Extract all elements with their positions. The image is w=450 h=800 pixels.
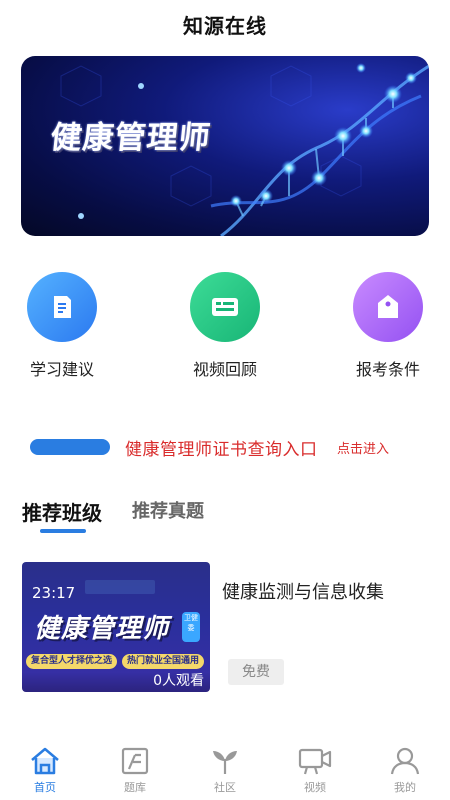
banner-title: 健康管理师 <box>48 120 213 156</box>
tabbar-item-video[interactable]: 视频 <box>285 746 345 795</box>
thumbnail-tag: 卫健委 <box>182 612 200 642</box>
shortcut-video-review[interactable]: 视频回顾 <box>170 272 280 380</box>
tabbar-item-community[interactable]: 社区 <box>195 746 255 795</box>
app-header: 知源在线 <box>0 0 450 48</box>
tabbar-label: 首页 <box>34 781 56 794</box>
home-icon <box>31 747 59 775</box>
user-icon <box>390 747 420 775</box>
page-title: 知源在线 <box>183 13 267 38</box>
question-bank-icon <box>121 747 149 775</box>
certificate-pill-decoration <box>30 439 110 455</box>
thumbnail-time: 23:17 <box>32 584 76 602</box>
banner[interactable]: 健康管理师 <box>21 56 429 236</box>
thumbnail-chip: 复合型人才择优之选 <box>26 654 118 669</box>
video-camera-icon <box>298 748 332 775</box>
tag-icon <box>353 272 423 342</box>
view-count: 0人观看 <box>153 673 204 689</box>
document-icon <box>27 272 97 342</box>
shortcut-label: 报考条件 <box>355 360 420 379</box>
tabbar-label: 视频 <box>304 781 326 794</box>
shortcut-label: 视频回顾 <box>192 360 257 379</box>
thumbnail-chip: 热门就业全国通用 <box>122 654 205 669</box>
thumbnail-title: 健康管理师 <box>34 614 170 644</box>
tabbar-item-home[interactable]: 首页 <box>15 746 75 795</box>
certificate-query-text: 健康管理师证书查询入口 <box>125 440 318 460</box>
recommend-tabs: 推荐班级 推荐真题 <box>0 497 450 537</box>
shortcut-label: 学习建议 <box>29 360 94 379</box>
video-card-icon <box>190 272 260 342</box>
tabbar-label: 题库 <box>124 781 146 794</box>
price-badge: 免费 <box>228 659 284 685</box>
tabbar-label: 社区 <box>214 781 236 794</box>
tab-recommended-questions[interactable]: 推荐真题 <box>132 497 204 523</box>
shortcut-study-advice[interactable]: 学习建议 <box>7 272 117 380</box>
certificate-query-entry[interactable]: 健康管理师证书查询入口 点击进入 <box>0 432 450 462</box>
tab-recommended-classes[interactable]: 推荐班级 <box>22 497 102 526</box>
shortcut-grid: 学习建议 视频回顾 报考条件 <box>0 272 450 382</box>
tabbar-item-profile[interactable]: 我的 <box>375 746 435 795</box>
tabbar-label: 我的 <box>394 781 416 794</box>
shortcut-exam-requirements[interactable]: 报考条件 <box>333 272 443 380</box>
thumbnail-decoration <box>85 580 155 594</box>
bottom-tab-bar: 首页 题库 社区 视频 我的 <box>0 742 450 800</box>
tab-active-indicator <box>40 529 86 533</box>
course-card[interactable]: 23:17 健康管理师 卫健委 复合型人才择优之选 热门就业全国通用 0人观看 … <box>22 562 430 694</box>
course-thumbnail[interactable]: 23:17 健康管理师 卫健委 复合型人才择优之选 热门就业全国通用 0人观看 <box>22 562 210 692</box>
tabbar-item-question-bank[interactable]: 题库 <box>105 746 165 795</box>
certificate-enter-link[interactable]: 点击进入 <box>337 438 389 457</box>
course-title[interactable]: 健康监测与信息收集 <box>222 578 384 604</box>
sprout-icon <box>213 751 237 774</box>
